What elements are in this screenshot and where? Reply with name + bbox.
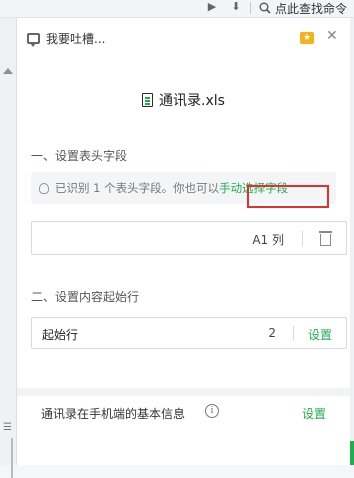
- file-name: 通讯录.xls: [159, 93, 225, 109]
- right-edge: [350, 18, 354, 465]
- close-icon[interactable]: ✕: [326, 28, 338, 44]
- chat-icon: [27, 33, 40, 47]
- highlight-annotation: [247, 185, 329, 208]
- mobile-info-set-button[interactable]: 设置: [302, 405, 326, 422]
- toolbar-divider: [250, 2, 251, 14]
- mobile-info-label: 通讯录在手机端的基本信息: [41, 407, 186, 421]
- field-column-label: A1 列: [252, 233, 284, 247]
- import-contacts-panel: 我要吐槽... ★ ✕ 通讯录.xls 一、设置表头字段 已识别 1 个表头字段…: [17, 18, 350, 465]
- accent-strip: [350, 441, 354, 465]
- start-row-value: 2: [268, 326, 276, 340]
- info-icon[interactable]: i: [205, 404, 219, 418]
- tip-text: 已识别 1 个表头字段。你也可以: [55, 181, 220, 195]
- command-search[interactable]: 点此查找命令: [250, 0, 347, 16]
- pin-icon[interactable]: ⬇: [230, 1, 242, 13]
- spreadsheet-file-icon: [142, 93, 154, 107]
- start-row-setting: 起始行 2 设置: [31, 317, 347, 349]
- top-toolbar: ▶ ⬇ 点此查找命令: [0, 0, 354, 18]
- header-field-row: A1 列: [31, 221, 347, 255]
- panel-header: 我要吐槽... ★ ✕: [17, 18, 350, 58]
- left-scrollbar[interactable]: ☰: [0, 18, 17, 478]
- feedback-link[interactable]: 我要吐槽...: [27, 30, 105, 47]
- mobile-info-row: 通讯录在手机端的基本信息 i 设置: [17, 396, 350, 436]
- file-title: 通讯录.xls: [17, 90, 350, 110]
- trash-icon[interactable]: [319, 231, 332, 246]
- feedback-label: 我要吐槽...: [46, 32, 106, 46]
- section-divider: [17, 388, 350, 396]
- row-divider: [293, 326, 294, 341]
- menu-lines-icon: ☰: [3, 422, 12, 433]
- lightbulb-icon: [39, 182, 49, 194]
- row-divider: [302, 231, 303, 246]
- start-row-label: 起始行: [42, 328, 79, 342]
- play-icon[interactable]: ▶: [206, 1, 218, 13]
- section-header-fields: 一、设置表头字段: [31, 149, 128, 163]
- scroll-thumb[interactable]: [11, 438, 13, 478]
- start-row-set-button[interactable]: 设置: [308, 326, 332, 343]
- search-input[interactable]: 点此查找命令: [275, 0, 347, 17]
- favorite-folder-icon[interactable]: ★: [300, 32, 314, 44]
- section-header-start-row: 二、设置内容起始行: [31, 290, 140, 304]
- scroll-up-arrow-icon[interactable]: [3, 68, 13, 74]
- search-icon: [259, 2, 271, 14]
